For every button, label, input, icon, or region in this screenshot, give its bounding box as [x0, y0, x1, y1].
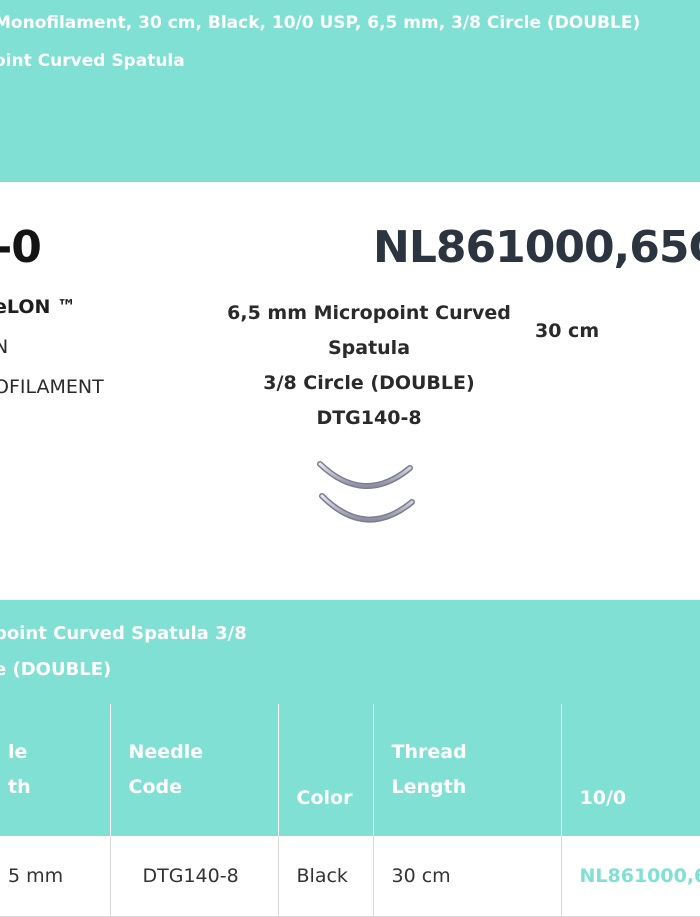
product-code-link[interactable]: NL861000,6: [561, 836, 700, 917]
cell-needle-length: 5 mm: [0, 836, 111, 917]
product-title: Monofilament, 30 cm, Black, 10/0 USP, 6,…: [0, 13, 641, 71]
table-header-row: le th Needle Code Color Thread Length 10/0: [0, 704, 700, 836]
suture-size: -0: [0, 222, 42, 273]
material-line: N: [0, 336, 9, 358]
needle-image: [317, 461, 415, 523]
section-title: point Curved Spatula 3/8 e (DOUBLE): [0, 616, 294, 688]
product-code: NL861000,65G: [373, 222, 700, 273]
thread-length: 30 cm: [535, 320, 600, 342]
needle-line: DTG140-8: [316, 407, 422, 429]
product-table: le th Needle Code Color Thread Length 10/0 …: [0, 704, 700, 917]
needle-line: Spatula: [327, 337, 411, 359]
table-row: 5 mm DTG140-8 Black 30 cm NL861000,6: [0, 836, 700, 917]
needle-line: 3/8 Circle (DOUBLE): [263, 372, 475, 394]
section-title-line: e (DOUBLE): [0, 659, 112, 680]
header-thread-length: Thread Length: [373, 704, 562, 836]
cell-thread-length: 30 cm: [373, 836, 562, 917]
header-color: Color: [278, 704, 374, 836]
needle-description: 6,5 mm Micropoint Curved Spatula 3/8 Cir…: [219, 296, 519, 436]
brand-name: eLON ™: [0, 296, 76, 318]
cell-color: Black: [278, 836, 374, 917]
section-title-line: point Curved Spatula 3/8: [0, 623, 247, 644]
needle-line: 6,5 mm Micropoint Curved: [227, 302, 511, 324]
header-needle-length: le th: [0, 704, 111, 836]
cell-needle-code: DTG140-8: [110, 836, 279, 917]
header-size: 10/0: [561, 704, 700, 836]
material-line: OFILAMENT: [0, 376, 104, 398]
header-needle-code: Needle Code: [110, 704, 279, 836]
